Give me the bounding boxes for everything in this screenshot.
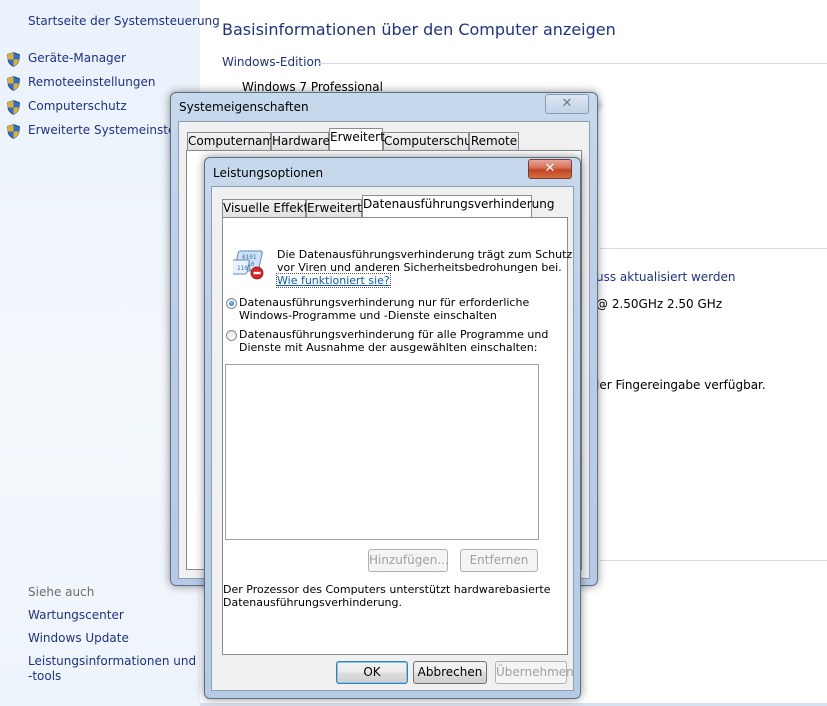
see-also-performance-info-link[interactable]: Leistungsinformationen und bbox=[28, 654, 196, 668]
dep-essential-only-label-line1[interactable]: Datenausführungsverhinderung nur für erf… bbox=[239, 296, 529, 309]
performance-options-dialog: Leistungsoptionen ✕ Visuelle Effekte Erw… bbox=[204, 157, 581, 699]
processor-value: @ 2.50GHz 2.50 GHz bbox=[596, 297, 723, 311]
dep-all-programs-label-line2[interactable]: Dienste mit Ausnahme der ausgewählten ei… bbox=[239, 341, 537, 354]
see-also-header: Siehe auch bbox=[28, 585, 95, 599]
tab-system-protection[interactable]: Computerschutz bbox=[383, 132, 483, 150]
svg-text:1101: 1101 bbox=[237, 265, 252, 272]
dep-description-line2: vor Viren und anderen Sicherheitsbedrohu… bbox=[277, 261, 562, 274]
section-divider bbox=[318, 63, 827, 64]
update-link[interactable]: uss aktualisiert werden bbox=[596, 270, 736, 284]
close-icon: ✕ bbox=[561, 96, 573, 111]
see-also-windows-update-link[interactable]: Windows Update bbox=[28, 631, 129, 645]
section-divider bbox=[600, 560, 827, 561]
close-icon: ✕ bbox=[544, 161, 556, 176]
see-also-action-center-link[interactable]: Wartungscenter bbox=[28, 608, 124, 622]
window-title: Systemeigenschaften bbox=[179, 100, 309, 114]
touch-input-value: ler Fingereingabe verfügbar. bbox=[596, 378, 766, 392]
sidebar-item-label: Computerschutz bbox=[28, 99, 127, 113]
control-panel-home-link[interactable]: Startseite der Systemsteuerung bbox=[28, 14, 220, 28]
ok-button[interactable]: OK bbox=[336, 661, 408, 684]
section-header-windows-edition: Windows-Edition bbox=[222, 55, 322, 69]
sidebar-item-label: Remoteeinstellungen bbox=[28, 75, 156, 89]
dep-all-programs-radio[interactable] bbox=[226, 330, 237, 341]
processor-support-info-line2: Datenausführungsverhinderung. bbox=[223, 596, 403, 609]
apply-button[interactable]: Übernehmen bbox=[495, 661, 574, 684]
tab-visual-effects[interactable]: Visuelle Effekte bbox=[222, 199, 316, 217]
tab-advanced[interactable]: Erweitert bbox=[306, 199, 362, 217]
tab-data-execution-prevention[interactable]: Datenausführungsverhinderung bbox=[362, 195, 554, 217]
see-also-performance-info-link-line2[interactable]: -tools bbox=[28, 669, 61, 683]
close-button[interactable]: ✕ bbox=[528, 159, 572, 179]
add-button[interactable]: Hinzufügen... bbox=[368, 549, 449, 572]
window-client-area: Visuelle Effekte Erweitert Datenausführu… bbox=[211, 186, 574, 691]
processor-support-info-line1: Der Prozessor des Computers unterstützt … bbox=[223, 583, 551, 596]
window-title: Leistungsoptionen bbox=[213, 166, 324, 180]
how-does-it-work-link[interactable]: Wie funktioniert sie? bbox=[276, 273, 391, 288]
page-title: Basisinformationen über den Computer anz… bbox=[222, 20, 616, 39]
tab-advanced[interactable]: Erweitert bbox=[329, 128, 385, 150]
shield-icon bbox=[7, 124, 20, 139]
close-button[interactable]: ✕ bbox=[545, 94, 589, 114]
shield-icon bbox=[7, 100, 20, 115]
sidebar-item-label: Geräte-Manager bbox=[28, 51, 126, 65]
shield-icon bbox=[7, 76, 20, 91]
exception-program-list[interactable] bbox=[225, 364, 539, 540]
section-divider bbox=[600, 248, 827, 249]
tab-panel: 0101 1010 1101 Die Datenausführungsverhi… bbox=[222, 217, 572, 655]
tab-computername[interactable]: Computername bbox=[187, 132, 281, 150]
tab-hardware[interactable]: Hardware bbox=[271, 132, 330, 150]
dep-essential-only-radio[interactable] bbox=[226, 298, 237, 309]
remove-button[interactable]: Entfernen bbox=[460, 549, 538, 572]
shield-icon bbox=[7, 52, 20, 67]
dep-essential-only-label-line2[interactable]: Windows-Programme und -Dienste einschalt… bbox=[239, 309, 497, 322]
dep-description-line1: Die Datenausführungsverhinderung trägt z… bbox=[277, 248, 573, 261]
tab-remote[interactable]: Remote bbox=[469, 132, 519, 150]
data-execution-prevention-icon: 0101 1010 1101 bbox=[233, 250, 264, 280]
cancel-button[interactable]: Abbrechen bbox=[413, 661, 487, 684]
dep-all-programs-label-line1[interactable]: Datenausführungsverhinderung für alle Pr… bbox=[239, 328, 548, 341]
